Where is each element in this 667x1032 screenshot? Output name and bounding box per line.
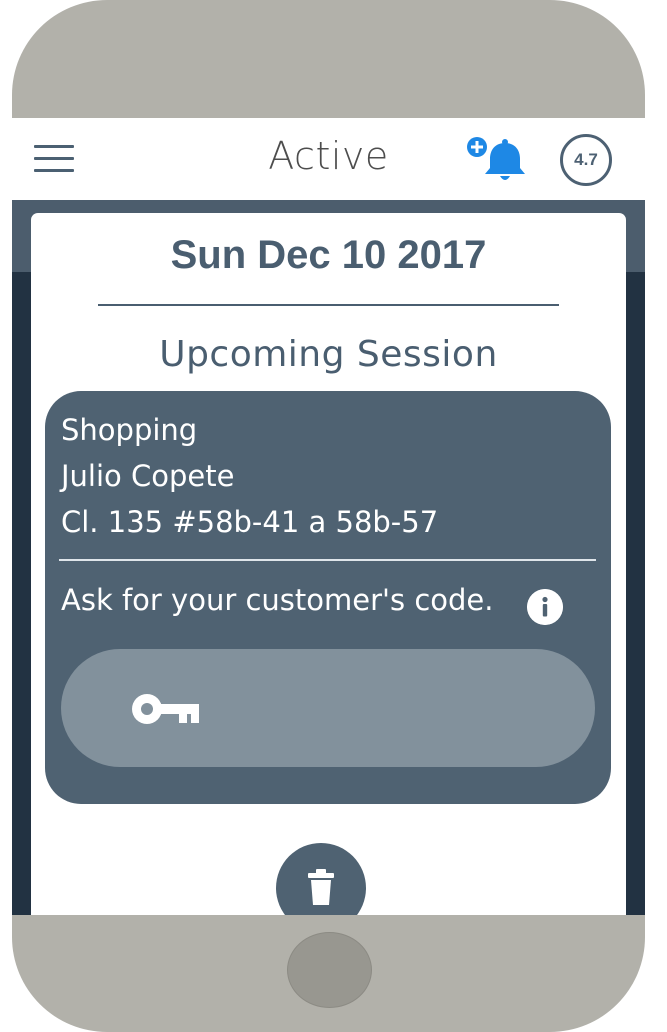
app-bar: Active 4.7: [12, 118, 645, 200]
session-date: Sun Dec 10 2017: [170, 233, 487, 277]
customer-code-input[interactable]: [61, 649, 595, 767]
session-category: Shopping: [61, 413, 198, 447]
session-details-panel: Shopping Julio Copete Cl. 135 #58b-41 a …: [45, 391, 611, 804]
section-title: Upcoming Session: [159, 334, 498, 375]
delete-session-button[interactable]: [276, 843, 366, 915]
key-icon: [132, 694, 199, 724]
code-prompt: Ask for your customer's code.: [61, 583, 494, 617]
device-frame-top: [12, 0, 645, 118]
home-button[interactable]: [287, 932, 372, 1008]
page-title: Active: [268, 134, 389, 178]
app-screen: Active 4.7 Sun Dec 10 2017 Upcoming Sess…: [12, 118, 645, 915]
session-card: Sun Dec 10 2017 Upcoming Session Shoppin…: [31, 213, 626, 915]
session-address: Cl. 135 #58b-41 a 58b-57: [61, 505, 439, 539]
bell-plus-icon[interactable]: [465, 136, 527, 184]
details-divider: [59, 559, 596, 561]
info-icon[interactable]: [527, 589, 563, 625]
date-divider: [98, 304, 559, 306]
trash-icon: [308, 869, 334, 905]
rating-badge[interactable]: 4.7: [560, 134, 612, 186]
customer-name: Julio Copete: [61, 459, 235, 493]
